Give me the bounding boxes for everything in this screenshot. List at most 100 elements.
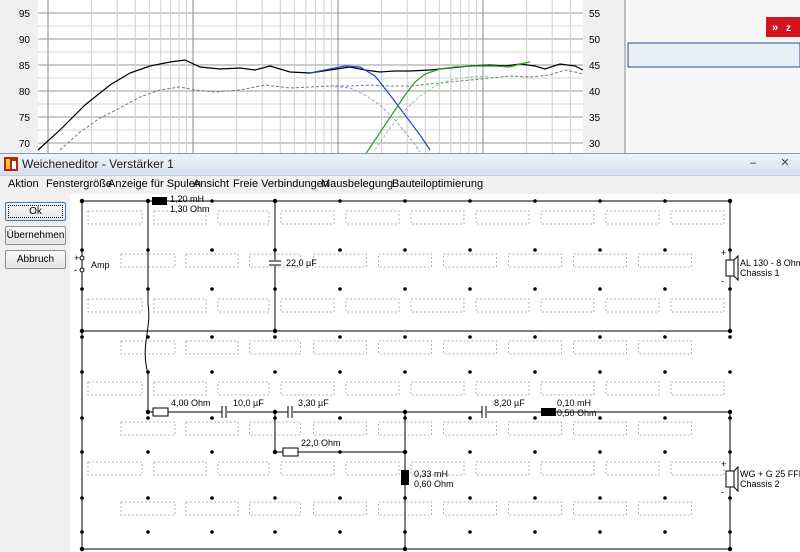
empty-slot[interactable] [410,298,465,313]
grid-node[interactable] [728,370,732,374]
empty-slot[interactable] [573,340,627,355]
amp-connector[interactable]: + - Amp [74,253,110,275]
empty-slot[interactable] [280,381,335,396]
grid-node[interactable] [598,496,602,500]
grid-node[interactable] [273,370,277,374]
grid-node[interactable] [210,450,214,454]
grid-node[interactable] [468,496,472,500]
grid-node[interactable] [663,248,667,252]
capacitor-c2[interactable] [221,406,227,418]
capacitor-c3[interactable] [287,406,293,418]
empty-slot[interactable] [378,340,432,355]
empty-slot[interactable] [638,501,692,516]
empty-slot[interactable] [670,298,725,313]
empty-slot[interactable] [280,210,335,225]
capacitor-c4[interactable] [481,406,487,418]
empty-slot[interactable] [87,461,143,476]
grid-node[interactable] [210,248,214,252]
empty-slot[interactable] [153,381,207,396]
empty-slot[interactable] [638,253,692,268]
grid-node[interactable] [663,287,667,291]
grid-node[interactable] [273,335,277,339]
grid-node[interactable] [468,248,472,252]
menu-freie-verbindungen[interactable]: Freie Verbindungen [233,178,329,190]
grid-node[interactable] [598,248,602,252]
grid-node[interactable] [533,370,537,374]
grid-node[interactable] [338,416,342,420]
grid-node[interactable] [598,416,602,420]
grid-node[interactable] [403,370,407,374]
grid-node[interactable] [273,530,277,534]
grid-node[interactable] [598,370,602,374]
grid-node[interactable] [728,335,732,339]
empty-slot[interactable] [345,381,400,396]
empty-slot[interactable] [638,421,692,436]
resistor-r1[interactable] [152,407,169,417]
grid-node[interactable] [533,416,537,420]
empty-slot[interactable] [87,210,143,225]
grid-node[interactable] [663,416,667,420]
empty-slot[interactable] [540,381,595,396]
grid-node[interactable] [533,530,537,534]
empty-slot[interactable] [475,210,530,225]
grid-node[interactable] [146,530,150,534]
grid-node[interactable] [210,287,214,291]
empty-slot[interactable] [345,298,400,313]
empty-slot[interactable] [573,501,627,516]
empty-slot[interactable] [280,298,335,313]
resistor-r2[interactable] [282,447,299,457]
grid-node[interactable] [146,416,150,420]
empty-slot[interactable] [120,501,176,516]
empty-slot[interactable] [605,461,660,476]
grid-node[interactable] [468,335,472,339]
empty-slot[interactable] [185,421,239,436]
empty-slot[interactable] [410,381,465,396]
grid-node[interactable] [403,287,407,291]
empty-slot[interactable] [540,461,595,476]
empty-slot[interactable] [508,501,562,516]
empty-slot[interactable] [153,298,207,313]
grid-node[interactable] [338,248,342,252]
empty-slot[interactable] [378,253,432,268]
empty-slot[interactable] [217,461,270,476]
empty-slot[interactable] [670,210,725,225]
empty-slot[interactable] [345,210,400,225]
empty-slot[interactable] [249,340,301,355]
grid-node[interactable] [468,370,472,374]
empty-slot[interactable] [638,340,692,355]
grid-node[interactable] [533,248,537,252]
empty-slot[interactable] [670,461,725,476]
empty-slot[interactable] [605,298,660,313]
cancel-button[interactable]: Abbruch [5,250,66,269]
capacitor-c1[interactable] [269,260,281,266]
grid-node[interactable] [210,496,214,500]
grid-node[interactable] [338,335,342,339]
empty-slot[interactable] [249,501,301,516]
empty-slot[interactable] [475,461,530,476]
grid-node[interactable] [338,530,342,534]
empty-slot[interactable] [508,253,562,268]
grid-node[interactable] [598,287,602,291]
menu-anzeige-fuer-spulen[interactable]: Anzeige für Spulen [108,178,201,190]
empty-slot[interactable] [313,253,367,268]
grid-node[interactable] [533,335,537,339]
grid-node[interactable] [403,248,407,252]
empty-slot[interactable] [540,298,595,313]
inductor-l3[interactable] [401,470,409,485]
grid-node[interactable] [468,416,472,420]
empty-slot[interactable] [605,210,660,225]
apply-button[interactable]: Übernehmen [5,226,66,245]
grid-node[interactable] [598,335,602,339]
grid-node[interactable] [663,370,667,374]
minimize-icon[interactable]: – [742,155,764,172]
close-icon[interactable]: ✕ [774,155,796,172]
grid-node[interactable] [468,450,472,454]
empty-slot[interactable] [313,421,367,436]
empty-slot[interactable] [443,501,497,516]
ok-button[interactable]: Ok [5,202,66,221]
grid-node[interactable] [338,287,342,291]
grid-node[interactable] [210,416,214,420]
menu-bauteiloptimierung[interactable]: Bauteiloptimierung [392,178,483,190]
grid-node[interactable] [468,287,472,291]
empty-slot[interactable] [87,298,143,313]
